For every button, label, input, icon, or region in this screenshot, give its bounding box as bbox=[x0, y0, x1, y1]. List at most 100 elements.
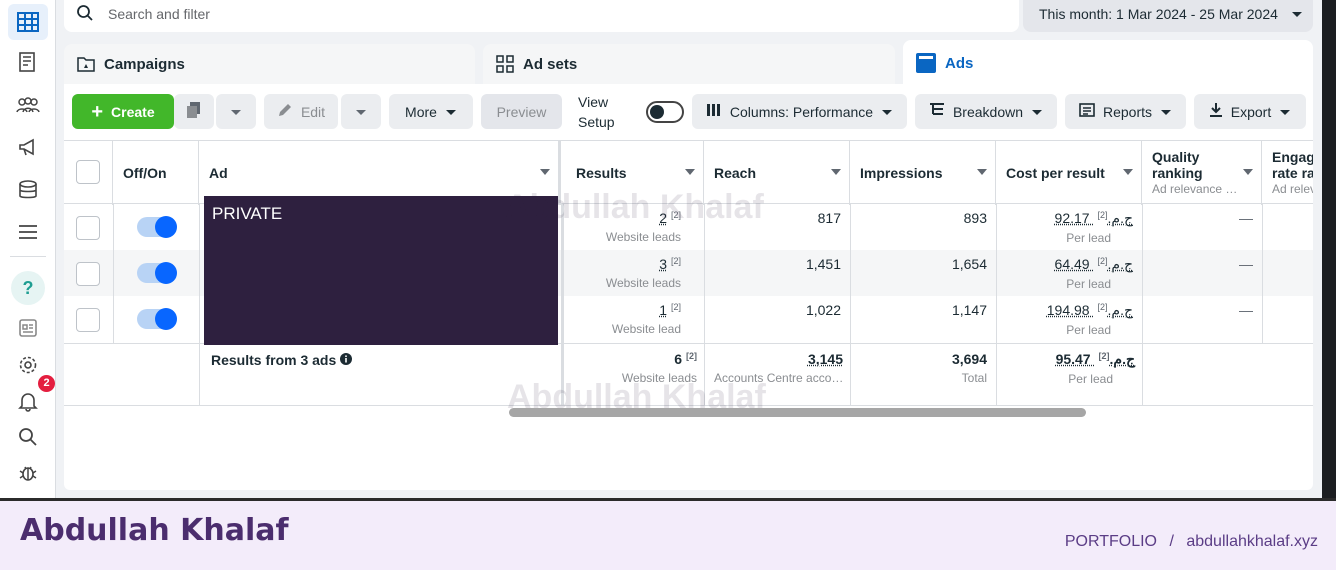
col-impressions[interactable]: Impressions bbox=[850, 141, 996, 205]
results-cell: 3 [2] Website leads bbox=[606, 256, 681, 290]
megaphone-icon[interactable] bbox=[8, 129, 48, 165]
table-grid-icon[interactable] bbox=[8, 4, 48, 40]
footnote: [2] bbox=[670, 302, 681, 312]
cost-cell: 194.98 ج.م.‏[2] Per lead bbox=[1047, 302, 1133, 337]
reach-value: 1,022 bbox=[805, 302, 841, 318]
export-button[interactable]: Export bbox=[1194, 94, 1306, 129]
totals-reach[interactable]: 3,145 bbox=[714, 351, 843, 367]
chevron-down-icon bbox=[230, 104, 242, 120]
totals-cost[interactable]: 95.47 ج.م.‏ bbox=[1056, 351, 1135, 367]
footnote: [2] bbox=[670, 256, 681, 266]
reports-button[interactable]: Reports bbox=[1065, 94, 1186, 129]
footer-brand: Abdullah Khalaf bbox=[20, 513, 289, 548]
date-range-label: This month: 1 Mar 2024 - 25 Mar 2024 bbox=[1039, 6, 1278, 22]
chevron-down-icon bbox=[1160, 104, 1172, 120]
cost-value[interactable]: 64.49 ج.م.‏ bbox=[1055, 256, 1133, 272]
chevron-down-icon bbox=[355, 104, 367, 120]
col-divider bbox=[1262, 204, 1263, 343]
search-icon[interactable] bbox=[8, 419, 48, 455]
row-checkbox[interactable] bbox=[76, 308, 100, 332]
bug-icon[interactable] bbox=[8, 455, 48, 491]
create-button[interactable]: + Create bbox=[72, 94, 174, 129]
site-link[interactable]: abdullahkhalaf.xyz bbox=[1186, 533, 1318, 550]
edit-dropdown[interactable] bbox=[341, 94, 381, 129]
help-icon[interactable]: ? bbox=[11, 271, 45, 305]
impressions-value: 1,654 bbox=[951, 256, 987, 272]
col-cost-per-result[interactable]: Cost per result bbox=[996, 141, 1142, 205]
cost-sub: Per lead bbox=[1066, 231, 1111, 245]
preview-button[interactable]: Preview bbox=[481, 94, 562, 129]
row-toggle[interactable] bbox=[137, 262, 177, 284]
private-overlay: PRIVATE bbox=[204, 196, 558, 345]
totals-impressions: 3,694 bbox=[951, 351, 987, 367]
impressions-cell: 1,654 bbox=[952, 256, 987, 272]
tab-label: Ad sets bbox=[523, 55, 578, 73]
row-checkbox[interactable] bbox=[76, 216, 100, 240]
chevron-down-icon bbox=[1279, 104, 1291, 120]
totals-label: Results from 3 ads bbox=[211, 352, 337, 368]
more-button[interactable]: More bbox=[389, 94, 473, 129]
col-label: Ad bbox=[209, 165, 228, 181]
cost-value[interactable]: 92.17 ج.م.‏ bbox=[1055, 210, 1133, 226]
table-header: Off/On Ad Results Reach Impressions Cost… bbox=[64, 140, 1313, 205]
col-reach[interactable]: Reach bbox=[704, 141, 850, 205]
col-sublabel: Ad relevance … bbox=[1152, 182, 1238, 196]
left-nav: ? 2 bbox=[0, 0, 56, 498]
col-off-on[interactable]: Off/On bbox=[113, 141, 199, 205]
create-label: Create bbox=[111, 103, 155, 120]
totals-reach-cell: 3,145 Accounts Centre acco… bbox=[714, 351, 843, 385]
col-divider bbox=[996, 204, 997, 406]
footnote: [2] bbox=[1098, 351, 1110, 361]
edit-button[interactable]: Edit bbox=[264, 94, 338, 129]
news-icon[interactable] bbox=[8, 310, 48, 346]
footnote: [2] bbox=[1097, 210, 1108, 220]
search-input[interactable] bbox=[108, 6, 908, 22]
totals-impressions-cell: 3,694 Total bbox=[952, 351, 987, 385]
view-setup-toggle[interactable] bbox=[646, 101, 684, 123]
tab-label: Ads bbox=[945, 54, 974, 72]
select-all-checkbox[interactable] bbox=[76, 160, 100, 184]
chevron-down-icon bbox=[685, 169, 695, 175]
breakdown-button[interactable]: Breakdown bbox=[915, 94, 1057, 129]
row-toggle[interactable] bbox=[137, 308, 177, 330]
export-label: Export bbox=[1230, 103, 1272, 120]
search-bar[interactable] bbox=[64, 0, 1019, 32]
row-checkbox[interactable] bbox=[76, 262, 100, 286]
cost-value[interactable]: 194.98 ج.م.‏ bbox=[1047, 302, 1133, 318]
duplicate-button[interactable] bbox=[174, 94, 214, 129]
results-value[interactable]: 1 bbox=[659, 302, 667, 318]
col-results[interactable]: Results bbox=[566, 141, 704, 205]
tab-campaigns[interactable]: Campaigns bbox=[64, 44, 475, 84]
col-quality-ranking[interactable]: Quality ranking Ad relevance … bbox=[1142, 141, 1262, 205]
info-icon[interactable] bbox=[340, 352, 353, 368]
footnote: [2] bbox=[1097, 256, 1108, 266]
col-label: Impressions bbox=[860, 165, 943, 181]
columns-icon bbox=[706, 103, 722, 120]
columns-label: Columns: Performance bbox=[729, 103, 874, 120]
tab-ads[interactable]: Ads bbox=[903, 40, 1313, 86]
audience-icon[interactable] bbox=[8, 87, 48, 123]
tab-ad-sets[interactable]: Ad sets bbox=[483, 44, 895, 84]
totals-results-cell: 6 [2] Website leads bbox=[622, 351, 697, 385]
bell-icon[interactable]: 2 bbox=[8, 375, 55, 419]
duplicate-dropdown[interactable] bbox=[216, 94, 256, 129]
menu-icon[interactable] bbox=[8, 214, 48, 250]
reach-value: 1,451 bbox=[805, 256, 841, 272]
more-label: More bbox=[405, 103, 437, 120]
select-all-cell bbox=[64, 141, 113, 205]
search-icon bbox=[76, 4, 94, 25]
database-icon[interactable] bbox=[8, 172, 48, 208]
pages-icon[interactable] bbox=[8, 44, 48, 80]
cost-sub: Per lead bbox=[1066, 323, 1111, 337]
horizontal-scrollbar[interactable] bbox=[509, 408, 1086, 417]
results-value[interactable]: 2 bbox=[659, 210, 667, 226]
results-value[interactable]: 3 bbox=[659, 256, 667, 272]
columns-button[interactable]: Columns: Performance bbox=[692, 94, 907, 129]
col-engagement-ranking[interactable]: Engage rate raAd relev bbox=[1262, 141, 1313, 205]
totals-row: Results from 3 ads 6 [2] Website leads 3,1… bbox=[64, 343, 1313, 406]
date-range-button[interactable]: This month: 1 Mar 2024 - 25 Mar 2024 bbox=[1023, 0, 1313, 32]
impressions-value: 1,147 bbox=[951, 302, 987, 318]
col-divider bbox=[113, 204, 114, 343]
portfolio-link[interactable]: PORTFOLIO bbox=[1065, 533, 1157, 550]
row-toggle[interactable] bbox=[137, 216, 177, 238]
